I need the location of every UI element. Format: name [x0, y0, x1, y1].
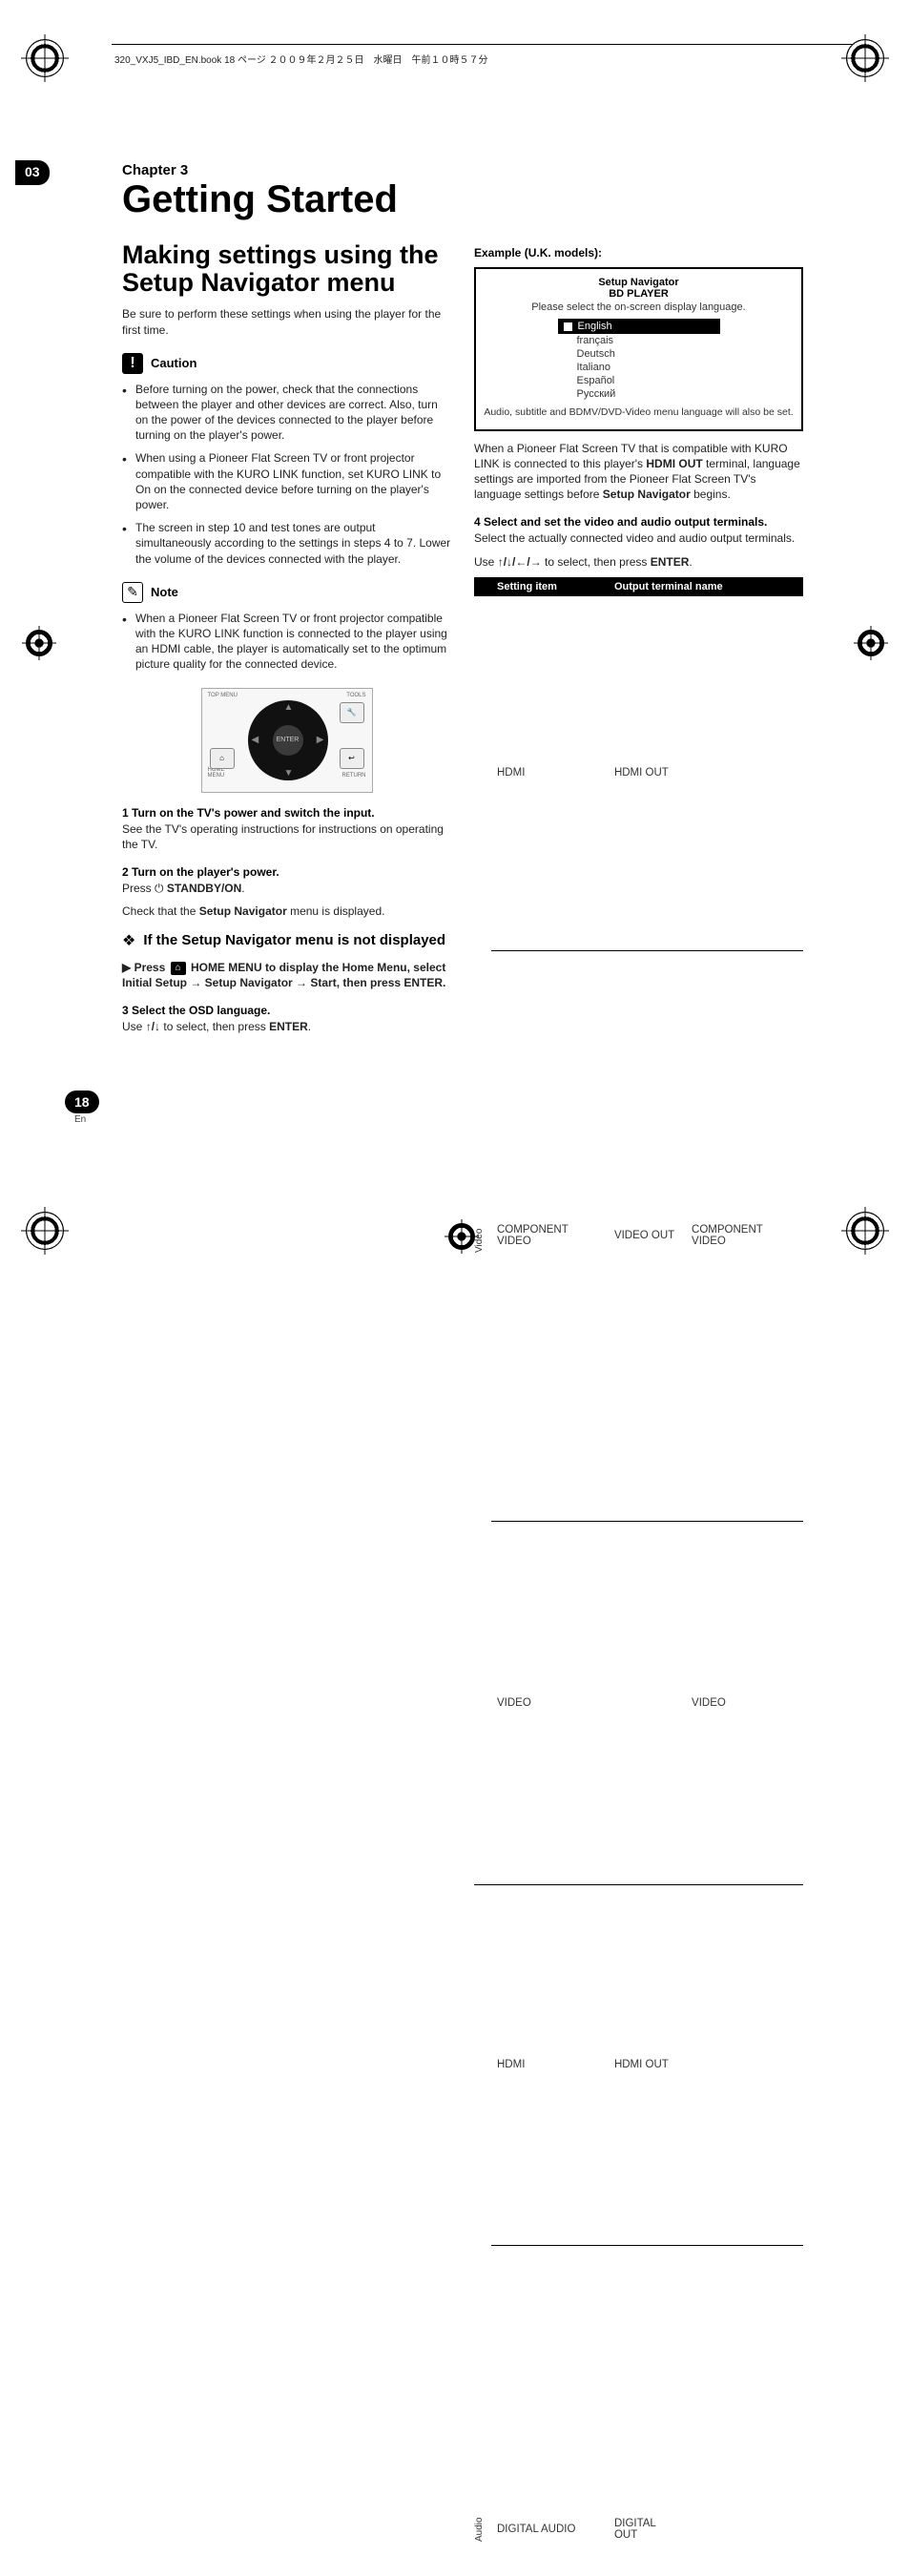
remote-diagram: TOP MENU TOOLS 🔧 ENTER ▲ ▼ ◀ ▶ HOME MENU… [201, 688, 373, 793]
menu-title: Setup Navigator [484, 277, 794, 288]
chapter-tab: 03 [15, 160, 50, 185]
registration-mark [26, 1212, 64, 1250]
power-icon: ⏻ [155, 882, 167, 895]
table-category-video: Video [474, 596, 485, 1884]
navigation-wheel: ENTER ▲ ▼ ◀ ▶ [248, 700, 328, 780]
table-cell [686, 1884, 803, 2245]
menu-footer: Audio, subtitle and BDMV/DVD-Video menu … [484, 406, 794, 420]
table-cell: HDMI [491, 596, 609, 951]
example-label: Example (U.K. models): [474, 246, 803, 260]
caution-list: Before turning on the power, check that … [122, 382, 451, 567]
registration-mark [846, 1212, 884, 1250]
table-cell: HDMI [491, 1884, 609, 2245]
step-3-title: 3 Select the OSD language. [122, 1004, 451, 1017]
caution-label: Caution [151, 356, 196, 370]
table-cell [609, 1522, 686, 1885]
registration-mark [26, 39, 64, 77]
menu-prompt: Please select the on-screen display lang… [484, 301, 794, 313]
page-number: 18 [65, 1091, 99, 1113]
menu-item[interactable]: français [558, 334, 720, 347]
menu-item[interactable]: Italiano [558, 361, 720, 374]
section-heading: Making settings using the Setup Navigato… [122, 241, 451, 297]
menu-item[interactable]: Español [558, 374, 720, 387]
note-list: When a Pioneer Flat Screen TV or front p… [122, 611, 451, 673]
step-2-check: Check that the Setup Navigator menu is d… [122, 904, 451, 919]
note-icon: ✎ [122, 582, 143, 603]
remote-label-return: RETURN [342, 773, 366, 779]
intro-paragraph: Be sure to perform these settings when u… [122, 306, 451, 337]
registration-mark [846, 39, 884, 77]
step-2-body: Press ⏻ STANDBY/ON. [122, 881, 451, 896]
registration-mark [26, 630, 52, 656]
step-4-use: Use ↑/↓/←/→ to select, then press ENTER. [474, 554, 803, 570]
step-2-title: 2 Turn on the player's power. [122, 865, 451, 879]
kuro-paragraph: When a Pioneer Flat Screen TV that is co… [474, 441, 803, 503]
remote-label-tools: TOOLS [346, 693, 365, 698]
remote-label-topmenu: TOP MENU [208, 693, 238, 698]
step-1-title: 1 Turn on the TV's power and switch the … [122, 806, 451, 820]
step-3-body: Use ↑/↓ to select, then press ENTER. [122, 1019, 451, 1034]
registration-mark [858, 630, 884, 656]
output-terminal-table: Setting item Output terminal name Video … [474, 577, 803, 2576]
menu-item[interactable]: Deutsch [558, 347, 720, 361]
table-header: Setting item [491, 577, 609, 596]
home-icon: ⌂ [171, 962, 186, 975]
right-column: Example (U.K. models): Setup Navigator B… [474, 162, 803, 2576]
table-cell: DIGITAL OUT [609, 2246, 686, 2576]
table-cell: HDMI OUT [609, 1884, 686, 2245]
chapter-label: Chapter 3 [122, 162, 451, 178]
setup-navigator-menu: Setup Navigator BD PLAYER Please select … [474, 267, 803, 431]
left-column: Chapter 3 Getting Started Making setting… [122, 162, 451, 2576]
table-cell: COMPONENT VIDEO [686, 950, 803, 1521]
table-header: Output terminal name [609, 577, 803, 596]
enter-button: ENTER [273, 725, 303, 756]
table-category-audio: Audio [474, 1885, 485, 2576]
table-cell: DIGITAL AUDIO [491, 2246, 609, 2576]
table-cell: HDMI OUT [609, 596, 686, 951]
list-item: The screen in step 10 and test tones are… [122, 520, 451, 567]
sub-instruction: ▶ Press ⌂ HOME MENU to display the Home … [122, 960, 451, 990]
table-cell: VIDEO [491, 1522, 609, 1885]
return-button-icon: ↩ [340, 748, 364, 769]
header-footer-line: 320_VXJ5_IBD_EN.book 18 ページ ２００９年２月２５日 水… [114, 52, 488, 66]
table-cell: VIDEO OUT [609, 950, 686, 1521]
list-item: When using a Pioneer Flat Screen TV or f… [122, 450, 451, 512]
table-cell [686, 2246, 803, 2576]
step-4-body: Select the actually connected video and … [474, 530, 803, 546]
diamond-icon: ❖ [122, 934, 135, 949]
page-language-label: En [74, 1114, 86, 1125]
table-cell [686, 596, 803, 951]
page-title: Getting Started [122, 180, 451, 218]
menu-subtitle: BD PLAYER [484, 288, 794, 300]
menu-item-selected[interactable]: English [558, 319, 720, 334]
step-1-body: See the TV's operating instructions for … [122, 821, 451, 852]
sub-heading: If the Setup Navigator menu is not displ… [143, 932, 445, 950]
note-label: Note [151, 585, 178, 599]
caution-icon: ! [122, 353, 143, 374]
table-cell: COMPONENT VIDEO [491, 950, 609, 1521]
tools-button-icon: 🔧 [340, 702, 364, 723]
table-cell: VIDEO [686, 1522, 803, 1885]
list-item: Before turning on the power, check that … [122, 382, 451, 444]
home-button-icon: ⌂ [210, 748, 235, 769]
menu-item[interactable]: Русский [558, 387, 720, 401]
step-4-title: 4 Select and set the video and audio out… [474, 515, 803, 529]
list-item: When a Pioneer Flat Screen TV or front p… [122, 611, 451, 673]
